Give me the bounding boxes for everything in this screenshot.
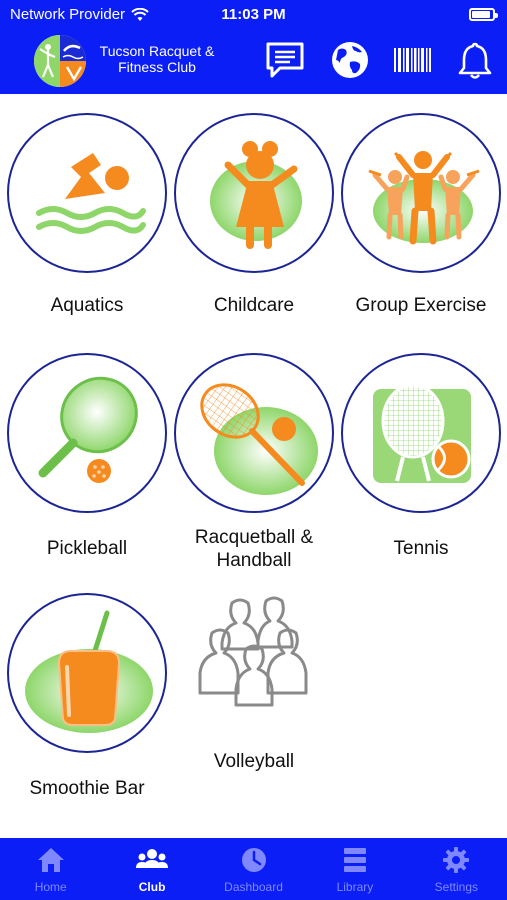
nav-settings[interactable]: Settings xyxy=(406,838,507,900)
battery-icon xyxy=(469,8,498,21)
tile-smoothie-bar[interactable]: Smoothie Bar xyxy=(7,593,167,800)
status-time: 11:03 PM xyxy=(221,6,286,23)
tile-label: Volleyball xyxy=(213,751,295,772)
chat-icon[interactable] xyxy=(264,38,308,82)
club-name: Tucson Racquet & Fitness Club xyxy=(99,43,215,75)
nav-library[interactable]: Library xyxy=(304,838,405,900)
nav-label: Library xyxy=(336,880,374,894)
tile-pickleball[interactable]: Pickleball xyxy=(7,353,167,560)
nav-label: Club xyxy=(138,880,166,894)
nav-label: Dashboard xyxy=(224,880,283,894)
clock-icon xyxy=(241,848,266,872)
club-logo[interactable] xyxy=(34,35,86,87)
pickleball-icon xyxy=(38,376,138,483)
nav-home[interactable]: Home xyxy=(0,838,101,900)
racquetball-circle xyxy=(174,353,334,513)
pickleball-circle xyxy=(7,353,167,513)
swimmer-icon xyxy=(36,153,146,234)
tile-racquetball-handball[interactable]: Racquetball & Handball xyxy=(174,353,334,572)
bottom-nav: Home Club Dashboard Library Settings xyxy=(0,838,507,900)
volleyball-image xyxy=(174,593,334,733)
smoothie-icon xyxy=(25,610,153,733)
group-exercise-icon xyxy=(368,151,480,245)
tile-label: Tennis xyxy=(393,538,449,559)
nav-dashboard[interactable]: Dashboard xyxy=(203,838,304,900)
tennis-icon xyxy=(373,383,471,483)
racquetball-icon xyxy=(200,383,318,495)
tile-volleyball[interactable]: Volleyball xyxy=(174,593,334,773)
gear-icon xyxy=(443,847,470,873)
club-icon xyxy=(136,849,169,868)
bell-icon[interactable] xyxy=(453,38,497,82)
nav-label: Settings xyxy=(434,880,478,894)
tile-label: Pickleball xyxy=(46,538,128,559)
app-header: Network Provider 11:03 PM Tucson Racquet… xyxy=(0,0,507,94)
childcare-circle xyxy=(174,113,334,273)
tile-tennis[interactable]: Tennis xyxy=(341,353,501,560)
smoothie-circle xyxy=(7,593,167,753)
group-exercise-circle xyxy=(341,113,501,273)
tile-label-line1: Racquetball & xyxy=(194,527,314,548)
aquatics-circle xyxy=(7,113,167,273)
status-bar: Network Provider 11:03 PM xyxy=(0,0,507,30)
tile-group-exercise[interactable]: Group Exercise xyxy=(341,113,501,317)
tile-childcare[interactable]: Childcare xyxy=(174,113,334,317)
child-icon xyxy=(210,141,302,249)
tile-label: Childcare xyxy=(213,295,295,316)
barcode-icon[interactable] xyxy=(390,38,434,82)
library-icon xyxy=(343,848,366,872)
nav-label: Home xyxy=(34,880,67,894)
globe-icon[interactable] xyxy=(328,38,372,82)
tile-label: Group Exercise xyxy=(355,295,487,316)
people-icon xyxy=(198,596,308,707)
home-icon xyxy=(37,848,64,872)
tile-label-line2: Handball xyxy=(216,550,292,571)
tennis-circle xyxy=(341,353,501,513)
tile-label: Smoothie Bar xyxy=(29,778,145,799)
nav-club[interactable]: Club xyxy=(101,838,202,900)
tile-aquatics[interactable]: Aquatics xyxy=(7,113,167,317)
tile-label: Aquatics xyxy=(50,295,124,316)
